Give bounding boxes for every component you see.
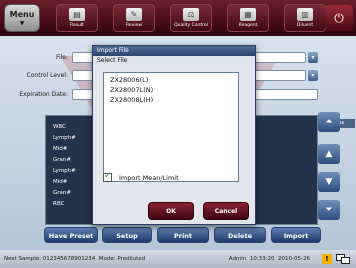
top-toolbar: Menu ▼ ▤ Result ✎ Review ⚖ Quality Contr… bbox=[0, 0, 356, 36]
file-dropdown-arrow[interactable]: ▾ bbox=[308, 52, 318, 63]
status-bar: Next Sample: 012345678901234 Mode: Predi… bbox=[0, 250, 356, 268]
date: 2010-05-26 bbox=[278, 256, 310, 262]
list-item[interactable]: ZX28007L(N) bbox=[104, 86, 238, 95]
control-level-dropdown-arrow[interactable]: ▾ bbox=[308, 70, 318, 81]
import-mean-limit-label: Import Mean/Limit bbox=[119, 173, 179, 182]
diluent-icon: ▥ bbox=[297, 8, 313, 21]
list-item[interactable]: ZX28006(L) bbox=[104, 76, 238, 85]
user: Admin bbox=[228, 256, 247, 262]
dialog-title: Import File bbox=[93, 46, 255, 56]
scroll-top-button[interactable]: ⏶ bbox=[318, 112, 340, 132]
toolbar-button-label: Result bbox=[70, 23, 84, 28]
toolbar-button-diluent[interactable]: ▥ Diluent bbox=[284, 4, 326, 32]
toolbar-button-label: Reagent bbox=[238, 23, 258, 28]
file-label: File: bbox=[55, 54, 68, 61]
import-file-dialog: Import File Select File ZX28006(L) ZX280… bbox=[92, 45, 256, 225]
import-mean-limit-option[interactable]: Import Mean/Limit bbox=[103, 171, 179, 183]
balance-scale-icon: ⚖ bbox=[183, 8, 199, 21]
dialog-subtitle: Select File bbox=[93, 56, 255, 65]
print-button[interactable]: Print bbox=[157, 227, 209, 243]
scroll-down-button[interactable]: ▼ bbox=[318, 172, 340, 192]
expiration-date-label: Expiration Date: bbox=[19, 91, 68, 98]
warning-icon[interactable]: ! bbox=[322, 254, 332, 264]
have-preset-button[interactable]: Have Preset bbox=[44, 227, 98, 243]
result-icon: ▤ bbox=[69, 8, 85, 21]
next-sample: Next Sample: 012345678901234 bbox=[4, 256, 96, 262]
review-icon: ✎ bbox=[126, 8, 142, 21]
power-button[interactable]: ⏻ bbox=[325, 5, 353, 31]
chevron-down-icon: ▼ bbox=[19, 20, 25, 27]
toolbar-button-review[interactable]: ✎ Review bbox=[113, 4, 155, 32]
delete-button[interactable]: Delete bbox=[214, 227, 266, 243]
scroll-bottom-button[interactable]: ⏷ bbox=[318, 200, 340, 220]
setup-button[interactable]: Setup bbox=[102, 227, 152, 243]
import-mean-limit-checkbox[interactable] bbox=[103, 171, 112, 182]
file-list[interactable]: ZX28006(L) ZX28007L(N) ZX28008L(H) bbox=[103, 72, 239, 182]
import-button[interactable]: Import bbox=[271, 227, 321, 243]
status-right: Admin 10:33:20 2010-05-26 bbox=[229, 250, 310, 268]
menu-button-label: Menu bbox=[9, 10, 35, 19]
time: 10:33:20 bbox=[249, 256, 275, 262]
power-icon: ⏻ bbox=[334, 11, 344, 25]
mode: Mode: Prediluted bbox=[98, 256, 146, 262]
control-level-label: Control Level: bbox=[26, 72, 68, 79]
toolbar-button-reagent[interactable]: ▦ Reagent bbox=[227, 4, 269, 32]
list-item[interactable]: ZX28008L(H) bbox=[104, 96, 238, 105]
toolbar-button-quality-control[interactable]: ⚖ Quality Control bbox=[170, 4, 212, 32]
toolbar-button-result[interactable]: ▤ Result bbox=[56, 4, 98, 32]
cancel-button[interactable]: Cancel bbox=[203, 202, 249, 220]
status-left: Next Sample: 012345678901234 Mode: Predi… bbox=[4, 250, 145, 268]
network-icon[interactable] bbox=[336, 254, 350, 264]
scroll-up-button[interactable]: ▲ bbox=[318, 144, 340, 164]
reagent-icon: ▦ bbox=[240, 8, 256, 21]
toolbar-button-label: Review bbox=[125, 23, 143, 28]
toolbar-button-label: Diluent bbox=[296, 23, 314, 28]
toolbar-button-label: Quality Control bbox=[174, 23, 208, 28]
menu-button[interactable]: Menu ▼ bbox=[4, 4, 40, 32]
ok-button[interactable]: OK bbox=[148, 202, 194, 220]
